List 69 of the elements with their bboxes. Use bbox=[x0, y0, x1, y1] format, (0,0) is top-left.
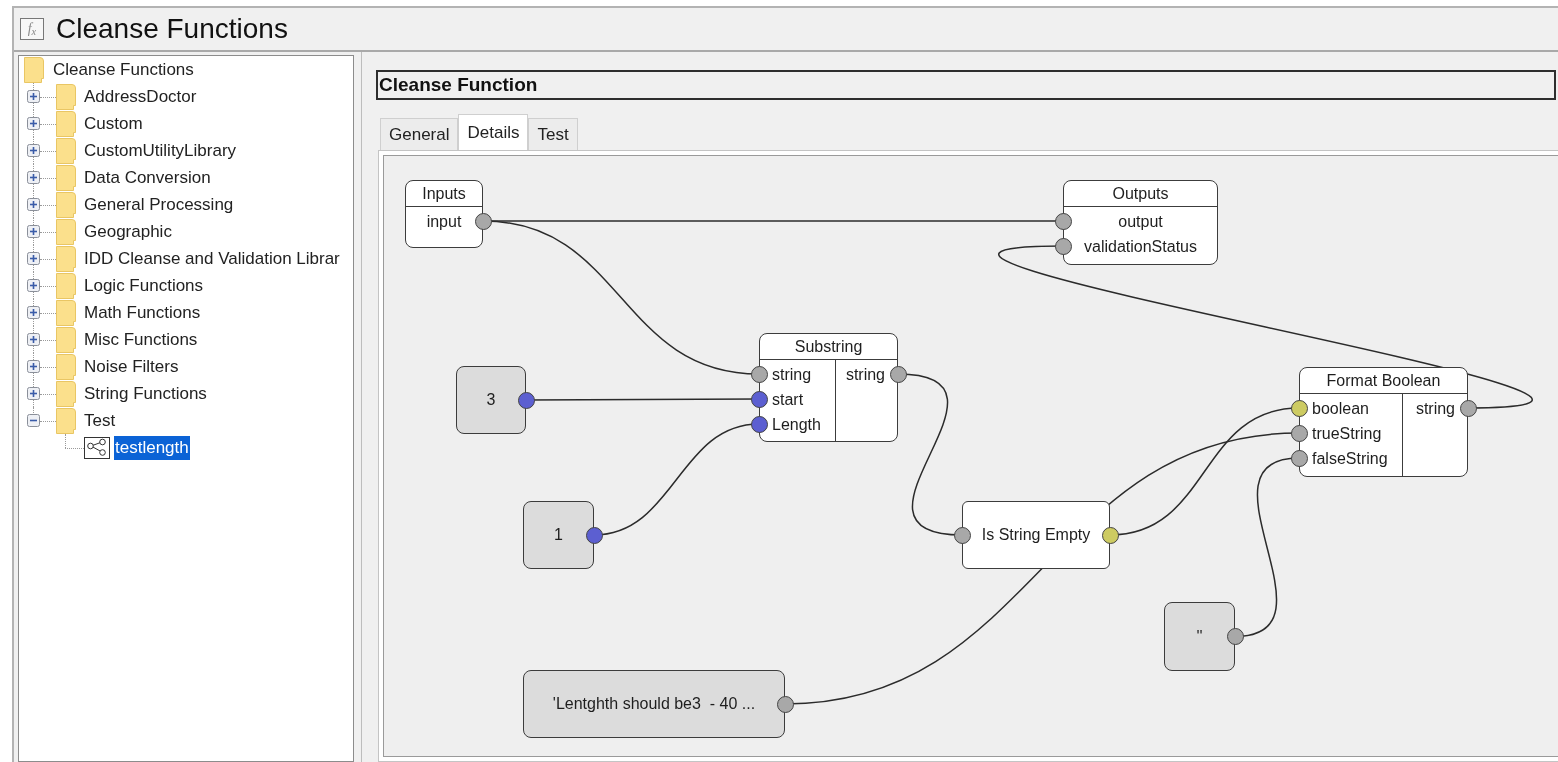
expand-icon[interactable] bbox=[27, 360, 40, 373]
expand-icon[interactable] bbox=[27, 387, 40, 400]
expand-icon[interactable] bbox=[27, 252, 40, 265]
port-label: Length bbox=[772, 414, 821, 435]
tree-item[interactable]: Logic Functions bbox=[83, 273, 205, 298]
port-label: string bbox=[1415, 398, 1455, 419]
folder-icon bbox=[56, 83, 76, 110]
expand-icon[interactable] bbox=[27, 279, 40, 292]
expand-icon[interactable] bbox=[27, 171, 40, 184]
expand-icon[interactable] bbox=[27, 306, 40, 319]
constant-node: 3 bbox=[456, 366, 526, 434]
expand-icon[interactable] bbox=[27, 144, 40, 157]
folder-icon bbox=[56, 191, 76, 218]
function-node: Is String Empty bbox=[962, 501, 1110, 569]
port-label: trueString bbox=[1312, 423, 1382, 444]
tree-item[interactable]: testlength bbox=[114, 435, 190, 460]
tree-item[interactable]: Custom bbox=[83, 111, 144, 136]
expand-icon[interactable] bbox=[27, 333, 40, 346]
node-graph-icon bbox=[84, 436, 110, 459]
folder-icon bbox=[56, 245, 76, 272]
folder-icon bbox=[56, 110, 76, 137]
constant-node: '' bbox=[1164, 602, 1235, 671]
folder-icon bbox=[56, 272, 76, 299]
expand-icon[interactable] bbox=[27, 225, 40, 238]
folder-icon bbox=[56, 164, 76, 191]
tree-item[interactable]: String Functions bbox=[83, 381, 208, 406]
tree-item[interactable]: Test bbox=[83, 408, 117, 433]
tab[interactable]: Details bbox=[458, 114, 529, 150]
folder-icon bbox=[56, 137, 76, 164]
tree-item[interactable]: Cleanse Functions bbox=[52, 57, 195, 82]
folder-icon bbox=[56, 218, 76, 245]
tree-item[interactable]: Misc Functions bbox=[83, 327, 199, 352]
folder-icon bbox=[56, 407, 76, 434]
folder-icon bbox=[56, 380, 76, 407]
node-title: Outputs bbox=[1112, 183, 1169, 204]
expand-icon[interactable] bbox=[27, 198, 40, 211]
tab[interactable]: Test bbox=[528, 118, 578, 150]
window-title: Cleanse Functions bbox=[56, 12, 288, 46]
section-title: Cleanse Function bbox=[376, 70, 1556, 100]
folder-icon bbox=[56, 299, 76, 326]
collapse-icon[interactable] bbox=[27, 414, 40, 427]
folder-icon bbox=[56, 326, 76, 353]
tree-item[interactable]: Math Functions bbox=[83, 300, 202, 325]
tree-item[interactable]: Geographic bbox=[83, 219, 173, 244]
tree-item[interactable]: AddressDoctor bbox=[83, 84, 198, 109]
port-label: input bbox=[426, 211, 462, 232]
port-label: start bbox=[772, 389, 804, 410]
port-label: string bbox=[845, 364, 885, 385]
port-label: falseString bbox=[1312, 448, 1388, 469]
tree-item[interactable]: IDD Cleanse and Validation Librar bbox=[83, 246, 341, 271]
tree-item[interactable]: General Processing bbox=[83, 192, 235, 217]
node-title: Inputs bbox=[422, 183, 466, 204]
tab[interactable]: General bbox=[380, 118, 459, 150]
port-label: boolean bbox=[1312, 398, 1369, 419]
constant-node: 1 bbox=[523, 501, 594, 569]
tree-item[interactable]: CustomUtilityLibrary bbox=[83, 138, 238, 163]
expand-icon[interactable] bbox=[27, 90, 40, 103]
function-icon: f$_{x}$ bbox=[20, 18, 44, 40]
tree-item[interactable]: Data Conversion bbox=[83, 165, 212, 190]
expand-icon[interactable] bbox=[27, 117, 40, 130]
node-title: Format Boolean bbox=[1326, 370, 1441, 391]
node-title: Substring bbox=[794, 336, 863, 357]
port-label: string bbox=[772, 364, 812, 385]
tree-item[interactable]: Noise Filters bbox=[83, 354, 180, 379]
folder-icon bbox=[24, 56, 44, 83]
folder-icon bbox=[56, 353, 76, 380]
port-label: validationStatus bbox=[1084, 236, 1197, 257]
port-label: output bbox=[1118, 211, 1163, 232]
constant-node: 'Lentghth should be3 - 40 ... bbox=[523, 670, 785, 738]
